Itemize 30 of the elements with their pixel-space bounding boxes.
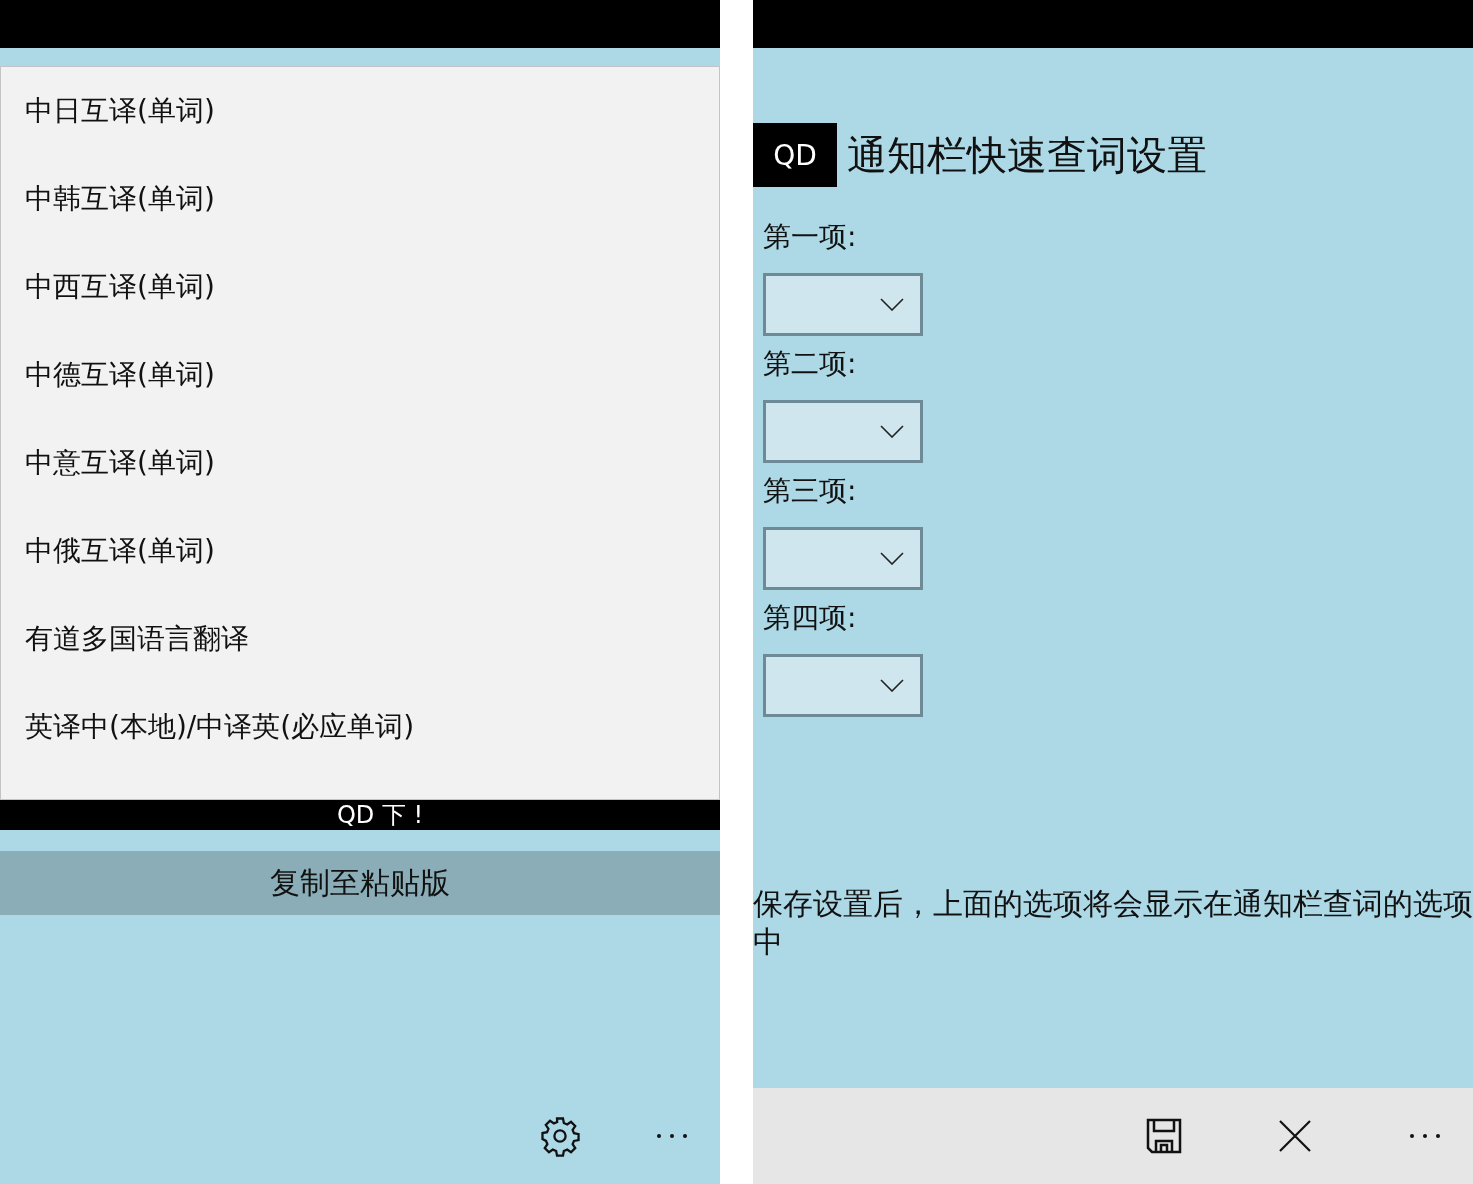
save-icon[interactable]: [1146, 1118, 1182, 1154]
app-logo: QD: [753, 123, 837, 187]
dropdown-option[interactable]: 中意互译(单词): [1, 419, 719, 507]
dropdown-option[interactable]: 中韩互译(单词): [1, 155, 719, 243]
dropdown-field[interactable]: [763, 527, 923, 590]
close-icon[interactable]: [1278, 1119, 1312, 1153]
chevron-icon: [880, 425, 904, 438]
dropdown-option[interactable]: 有道多国语言翻译: [1, 595, 719, 683]
more-icon[interactable]: [655, 1132, 689, 1140]
dropdown-field[interactable]: [763, 654, 923, 717]
info-note: 保存设置后，上面的选项将会显示在通知栏查词的选项中: [753, 885, 1473, 961]
field-label: 第一项:: [763, 219, 858, 255]
dropdown-field[interactable]: [763, 400, 923, 463]
field-label: 第二项:: [763, 346, 858, 382]
chevron-icon: [880, 679, 904, 692]
dropdown-option[interactable]: 中日互译(单词): [1, 67, 719, 155]
settings-icon[interactable]: [539, 1115, 581, 1157]
chevron-icon: [880, 552, 904, 565]
page-title: 通知栏快速查词设置: [847, 130, 1207, 180]
dropdown-option[interactable]: 中德互译(单词): [1, 331, 719, 419]
dropdown-option[interactable]: 中西互译(单词): [1, 243, 719, 331]
dropdown-option[interactable]: 英译中(本地)/中译英(必应单词): [1, 683, 719, 771]
field-label: 第三项:: [763, 473, 858, 509]
dropdown-option[interactable]: 中俄互译(单词): [1, 507, 719, 595]
field-label: 第四项:: [763, 600, 858, 636]
chevron-icon: [880, 298, 904, 311]
more-icon[interactable]: [1408, 1132, 1442, 1140]
header-text: QD 下 !: [335, 800, 424, 830]
dropdown-field[interactable]: [763, 273, 923, 336]
copy-button[interactable]: 复制至粘贴版: [0, 851, 720, 915]
